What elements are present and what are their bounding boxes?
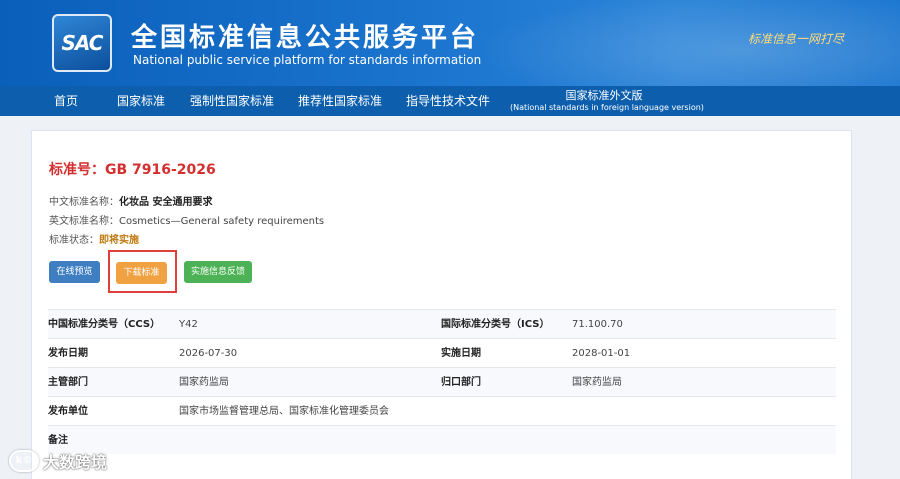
centralized-key: 归口部门 — [441, 377, 481, 388]
nav-item-home[interactable]: 首页 — [54, 86, 78, 116]
status-key: 标准状态： — [49, 235, 99, 246]
centralized-value: 国家药监局 — [572, 377, 622, 388]
table-row: 发布日期 2026-07-30 实施日期 2028-01-01 — [48, 338, 836, 367]
en-name-row: 英文标准名称：Cosmetics—General safety requirem… — [49, 212, 324, 227]
site-title-en: National public service platform for sta… — [133, 53, 482, 67]
ics-key: 国际标准分类号（ICS） — [441, 319, 550, 330]
nav-item-recommended[interactable]: 推荐性国家标准 — [298, 86, 382, 116]
main-nav: 首页 国家标准 强制性国家标准 推荐性国家标准 指导性技术文件 国家标准外文版 … — [0, 86, 900, 116]
cn-name-value: 化妆品 安全通用要求 — [119, 197, 213, 208]
sac-logo-text: SAC — [61, 31, 104, 55]
publisher-value: 国家市场监督管理总局、国家标准化管理委员会 — [179, 406, 389, 417]
sac-logo[interactable]: SAC — [52, 14, 112, 72]
site-title-cn: 全国标准信息公共服务平台 — [131, 23, 480, 53]
table-row: 中国标准分类号（CCS） Y42 国际标准分类号（ICS） 71.100.70 — [48, 309, 836, 338]
authority-value: 国家药监局 — [179, 377, 229, 388]
header-slogan: 标准信息一网打尽 — [748, 32, 845, 46]
nav-foreign-label: 国家标准外文版 — [565, 89, 643, 102]
nav-item-guidance[interactable]: 指导性技术文件 — [406, 86, 490, 116]
pub-date-key: 发布日期 — [48, 348, 88, 359]
table-row: 备注 — [48, 425, 836, 454]
watermark-logo-icon: k© — [9, 450, 39, 472]
standard-number: GB 7916-2026 — [105, 162, 216, 178]
download-highlight-box — [108, 250, 177, 293]
online-preview-button[interactable]: 在线预览 — [49, 261, 100, 283]
en-name-key: 英文标准名称： — [49, 216, 119, 227]
ccs-key: 中国标准分类号（CCS） — [48, 319, 161, 330]
standard-detail-card: 标准号：GB 7916-2026 中文标准名称：化妆品 安全通用要求 英文标准名… — [31, 130, 852, 479]
implementation-feedback-button[interactable]: 实施信息反馈 — [184, 261, 252, 283]
impl-date-key: 实施日期 — [441, 348, 481, 359]
cn-name-row: 中文标准名称：化妆品 安全通用要求 — [49, 193, 212, 208]
pub-date-value: 2026-07-30 — [179, 348, 238, 359]
table-row: 发布单位 国家市场监督管理总局、国家标准化管理委员会 — [48, 396, 836, 425]
nav-item-mandatory[interactable]: 强制性国家标准 — [190, 86, 274, 116]
authority-key: 主管部门 — [48, 377, 88, 388]
site-header: SAC 全国标准信息公共服务平台 National public service… — [0, 0, 900, 86]
standard-number-label: 标准号： — [49, 162, 105, 178]
nav-foreign-sub: (National standards in foreign language … — [510, 103, 704, 112]
table-row: 主管部门 国家药监局 归口部门 国家药监局 — [48, 367, 836, 396]
cn-name-key: 中文标准名称： — [49, 197, 119, 208]
publisher-key: 发布单位 — [48, 406, 88, 417]
watermark: k© 大数跨境 — [9, 449, 107, 473]
ics-value: 71.100.70 — [572, 319, 623, 330]
impl-date-value: 2028-01-01 — [572, 348, 631, 359]
nav-item-foreign-version[interactable]: 国家标准外文版 (National standards in foreign l… — [510, 89, 704, 113]
status-row: 标准状态：即将实施 — [49, 231, 139, 246]
standard-details-table: 中国标准分类号（CCS） Y42 国际标准分类号（ICS） 71.100.70 … — [48, 309, 836, 454]
status-badge: 即将实施 — [99, 235, 139, 246]
ccs-value: Y42 — [179, 319, 198, 330]
watermark-text: 大数跨境 — [43, 453, 108, 472]
standard-number-heading: 标准号：GB 7916-2026 — [49, 159, 216, 179]
nav-item-national-standards[interactable]: 国家标准 — [117, 86, 165, 116]
en-name-value: Cosmetics—General safety requirements — [119, 216, 325, 227]
